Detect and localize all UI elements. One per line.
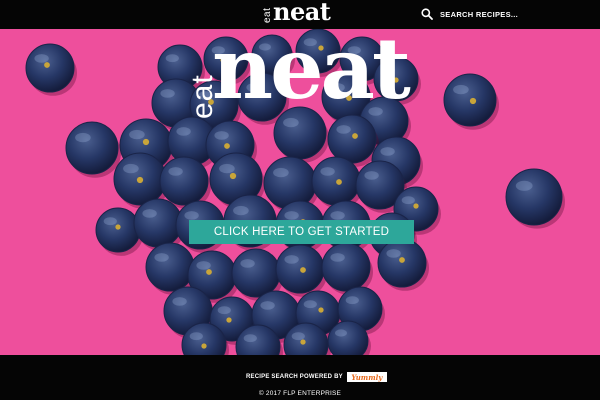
search-placeholder: SEARCH RECIPES... [440, 9, 519, 19]
top-navbar: eat neat SEARCH RECIPES... [0, 0, 600, 29]
hero-logo: eat neat [186, 29, 426, 137]
powered-by: RECIPE SEARCH POWERED BY Yummly [246, 372, 387, 382]
header-logo-neat: neat [273, 0, 331, 26]
yummly-logo-text: Yummly [351, 372, 383, 382]
header-logo-eat: eat [262, 7, 273, 23]
hero-logo-neat: neat [212, 29, 411, 118]
search-icon [421, 8, 433, 20]
copyright-text: © 2017 FLP ENTERPRISE [258, 390, 342, 397]
footer: RECIPE SEARCH POWERED BY Yummly © 2017 F… [0, 355, 600, 400]
hero-banner: eat neat CLICK HERE TO GET STARTED [0, 29, 600, 355]
search-recipes[interactable]: SEARCH RECIPES... [421, 6, 518, 22]
yummly-logo[interactable]: Yummly [346, 372, 387, 382]
header-logo[interactable]: eat neat [262, 0, 342, 27]
get-started-button[interactable]: CLICK HERE TO GET STARTED [189, 220, 414, 244]
powered-by-text: RECIPE SEARCH POWERED BY [246, 374, 343, 380]
